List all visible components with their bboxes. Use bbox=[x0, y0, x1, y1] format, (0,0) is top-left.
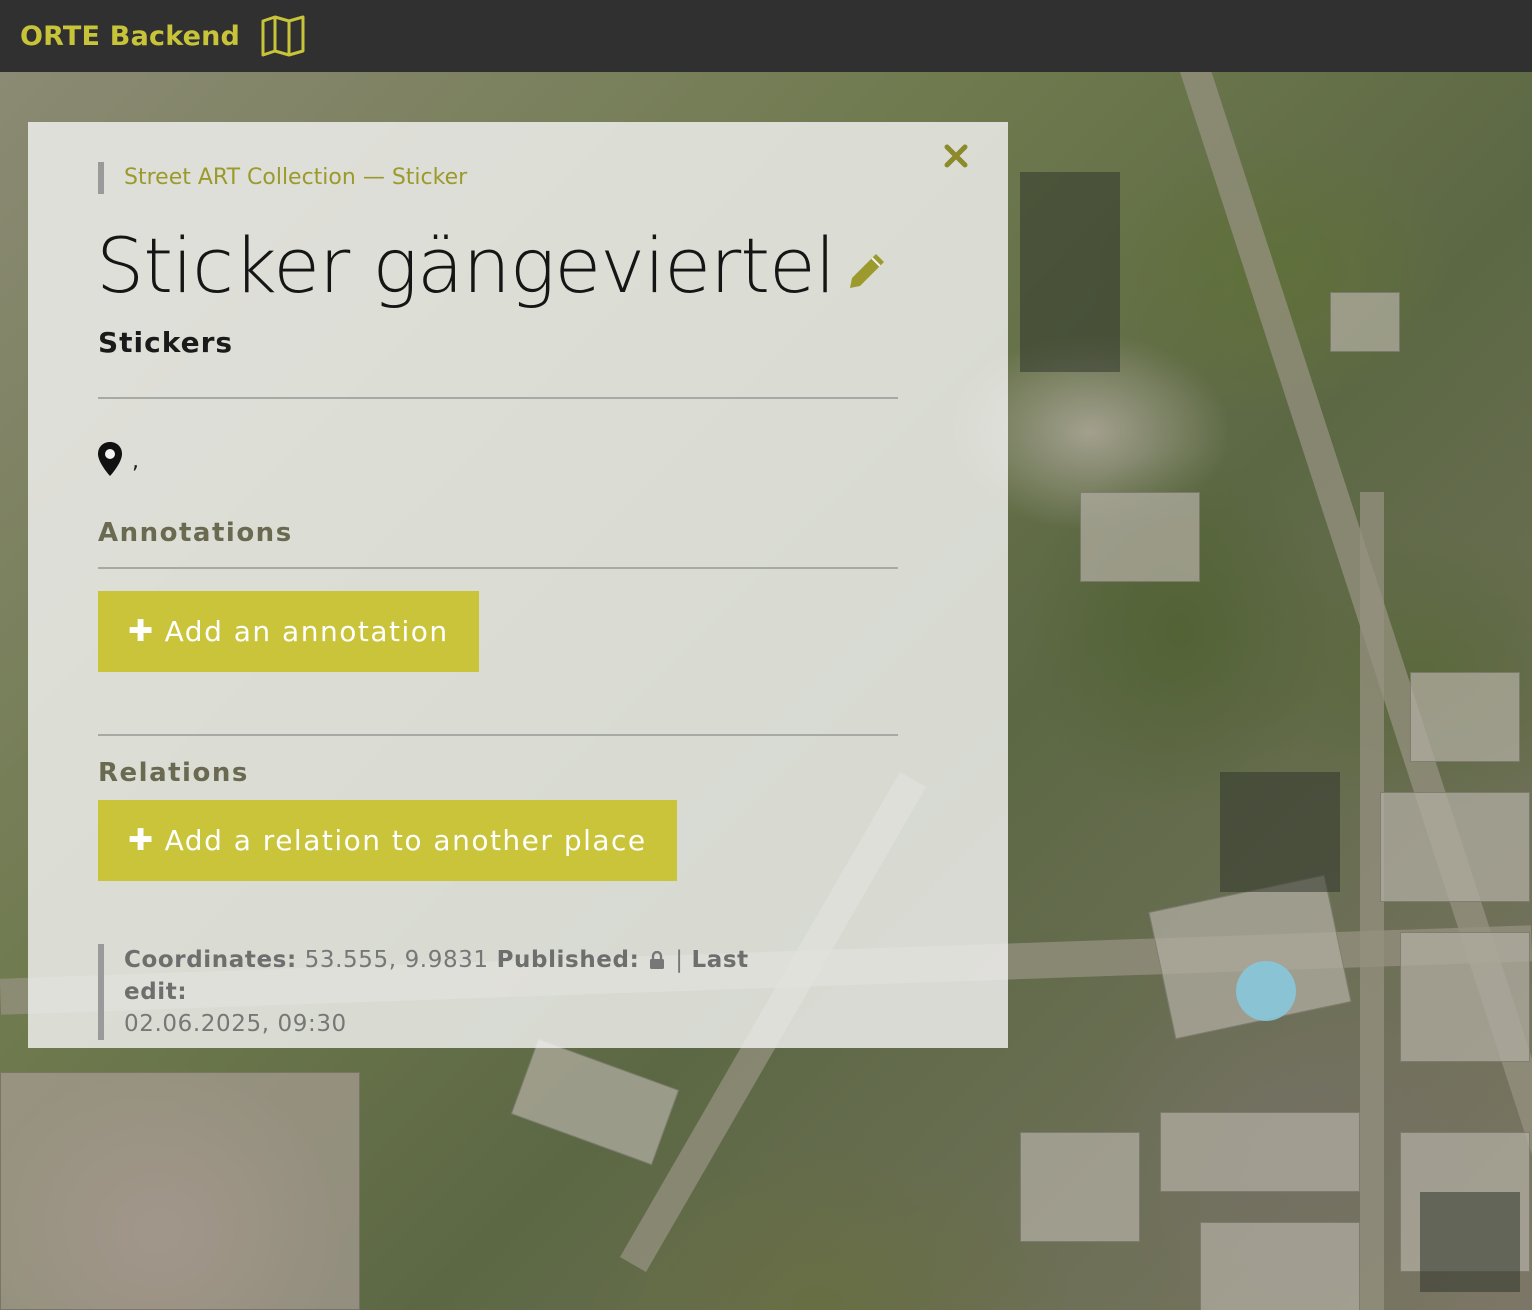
meta-separator: | bbox=[675, 947, 684, 973]
add-annotation-button[interactable]: ✚ Add an annotation bbox=[98, 591, 479, 672]
place-title: Sticker gängeviertel bbox=[96, 221, 836, 310]
close-icon[interactable] bbox=[940, 140, 972, 172]
coordinates-label: Coordinates: bbox=[124, 947, 297, 973]
add-relation-label: Add a relation to another place bbox=[164, 824, 647, 857]
published-label: Published: bbox=[496, 947, 640, 973]
breadcrumb-separator: — bbox=[355, 165, 392, 190]
annotations-heading: Annotations bbox=[98, 518, 293, 548]
pencil-icon[interactable] bbox=[846, 250, 888, 292]
map-marker-icon bbox=[97, 441, 123, 477]
breadcrumb: Street ART Collection — Sticker bbox=[98, 162, 467, 194]
plus-icon: ✚ bbox=[128, 823, 155, 858]
address-text: , bbox=[132, 449, 139, 474]
map-icon[interactable] bbox=[260, 15, 306, 57]
divider bbox=[98, 567, 898, 569]
coordinates-value: 53.555, 9.9831 bbox=[304, 947, 489, 973]
relations-heading: Relations bbox=[98, 758, 249, 788]
place-type: Stickers bbox=[98, 326, 234, 359]
place-metadata: Coordinates: 53.555, 9.9831 Published: |… bbox=[98, 944, 818, 1040]
add-relation-button[interactable]: ✚ Add a relation to another place bbox=[98, 800, 677, 881]
breadcrumb-category[interactable]: Sticker bbox=[392, 165, 467, 190]
app-brand[interactable]: ORTE Backend bbox=[20, 21, 240, 52]
breadcrumb-collection[interactable]: Street ART Collection bbox=[124, 165, 356, 190]
lock-icon bbox=[649, 946, 665, 969]
divider bbox=[98, 397, 898, 399]
top-navbar: ORTE Backend bbox=[0, 0, 1532, 72]
last-edit-value: 02.06.2025, 09:30 bbox=[124, 1011, 347, 1037]
plus-icon: ✚ bbox=[128, 614, 155, 649]
place-marker[interactable] bbox=[1236, 961, 1296, 1021]
add-annotation-label: Add an annotation bbox=[164, 615, 449, 648]
divider bbox=[98, 734, 898, 736]
